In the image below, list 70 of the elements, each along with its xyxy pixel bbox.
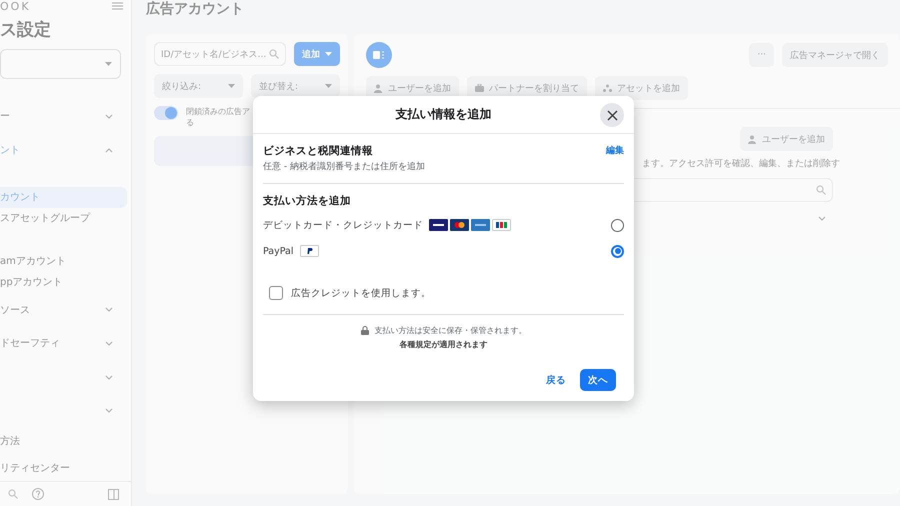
security-note: 支払い方法は安全に保存・保管されます。	[374, 325, 526, 336]
sidebar-item[interactable]: ドセーフティ	[0, 326, 127, 360]
closed-accounts-toggle[interactable]	[154, 106, 178, 120]
chevron-down-icon	[818, 216, 826, 221]
visa-card-icon	[429, 219, 448, 231]
shapes-icon	[603, 84, 612, 92]
lock-icon	[360, 326, 368, 335]
person-icon	[748, 134, 757, 144]
description-text: ます。アクセス許可を確認、編集、または削除す	[642, 159, 840, 170]
sidebar-item[interactable]: ント	[0, 133, 127, 167]
chevron-down-icon	[105, 408, 113, 414]
more-button[interactable]: ···	[749, 43, 774, 67]
radio-button[interactable]	[611, 218, 624, 232]
back-button[interactable]: 戻る	[542, 370, 570, 390]
open-in-ads-manager-button[interactable]: 広告マネージャで開く	[782, 43, 888, 67]
ad-account-icon	[366, 42, 392, 68]
chevron-down-icon	[105, 340, 113, 346]
chevron-up-icon	[105, 148, 113, 153]
section-heading: ビジネスと税関連情報	[263, 144, 374, 158]
chevron-down-icon	[105, 307, 113, 312]
caret-icon	[105, 62, 112, 66]
search-field[interactable]: ID/アセット名/ビジネス...	[154, 42, 286, 66]
radio-button[interactable]	[611, 244, 624, 258]
sidebar-item[interactable]: ー	[0, 100, 127, 134]
sidebar-subitem[interactable]: カウント	[0, 186, 127, 208]
sidebar-subitem[interactable]: スアセットグループ	[0, 208, 127, 229]
panel-icon[interactable]	[108, 488, 119, 500]
action-button[interactable]: アセットを追加	[595, 76, 688, 100]
next-button[interactable]: 次へ	[580, 369, 616, 391]
sidebar-title: ス設定	[0, 19, 52, 41]
edit-link[interactable]: 編集	[606, 144, 624, 173]
help-icon[interactable]	[32, 488, 44, 500]
dialog-title: 支払い情報を追加	[396, 106, 492, 123]
sidebar-subitem[interactable]: ppアカウント	[0, 272, 127, 293]
sort-dropdown[interactable]: 並び替え:	[251, 74, 340, 98]
section-subtitle: 任意 - 納税者識別番号または住所を追加	[263, 160, 425, 173]
chevron-down-icon	[105, 114, 113, 119]
close-button[interactable]	[600, 103, 624, 127]
brand-text: OOK	[0, 0, 31, 12]
sidebar-item[interactable]: 方法	[0, 428, 127, 454]
add-button[interactable]: 追加	[294, 42, 340, 66]
payment-method-label: デビットカード・クレジットカード	[263, 218, 423, 232]
search-icon	[269, 49, 279, 59]
business-select[interactable]	[0, 49, 121, 79]
caret-icon	[325, 84, 332, 88]
checkbox-label: 広告クレジットを使用します。	[291, 286, 431, 300]
terms-text: 各種規定が適用されます	[398, 339, 488, 350]
page-title: 広告アカウント	[146, 0, 245, 19]
caret-icon	[325, 52, 332, 56]
sidebar-subitem[interactable]: amアカウント	[0, 250, 127, 272]
filter-dropdown[interactable]: 絞り込み:	[154, 74, 243, 98]
search-icon	[8, 489, 18, 500]
sidebar-item[interactable]: リティセンター	[0, 454, 127, 482]
add-user-button[interactable]: ユーザーを追加	[740, 127, 833, 151]
sidebar-item[interactable]: ソース	[0, 292, 127, 327]
payment-method-label: PayPal	[263, 246, 294, 256]
amex-card-icon	[471, 219, 490, 231]
chevron-down-icon	[105, 374, 113, 380]
section-heading: 支払い方法を追加	[263, 194, 352, 208]
checkbox[interactable]	[269, 286, 283, 300]
toggle-label: 閉鎖済みの広告ア る	[186, 106, 250, 128]
close-icon	[606, 110, 618, 120]
mastercard-icon	[450, 219, 469, 231]
menu-icon[interactable]	[112, 2, 123, 10]
briefcase-icon	[475, 84, 484, 92]
paypal-icon	[300, 245, 319, 257]
search-icon	[816, 185, 826, 195]
person-icon	[374, 84, 383, 92]
caret-icon	[228, 84, 235, 88]
jcb-card-icon	[492, 219, 511, 231]
